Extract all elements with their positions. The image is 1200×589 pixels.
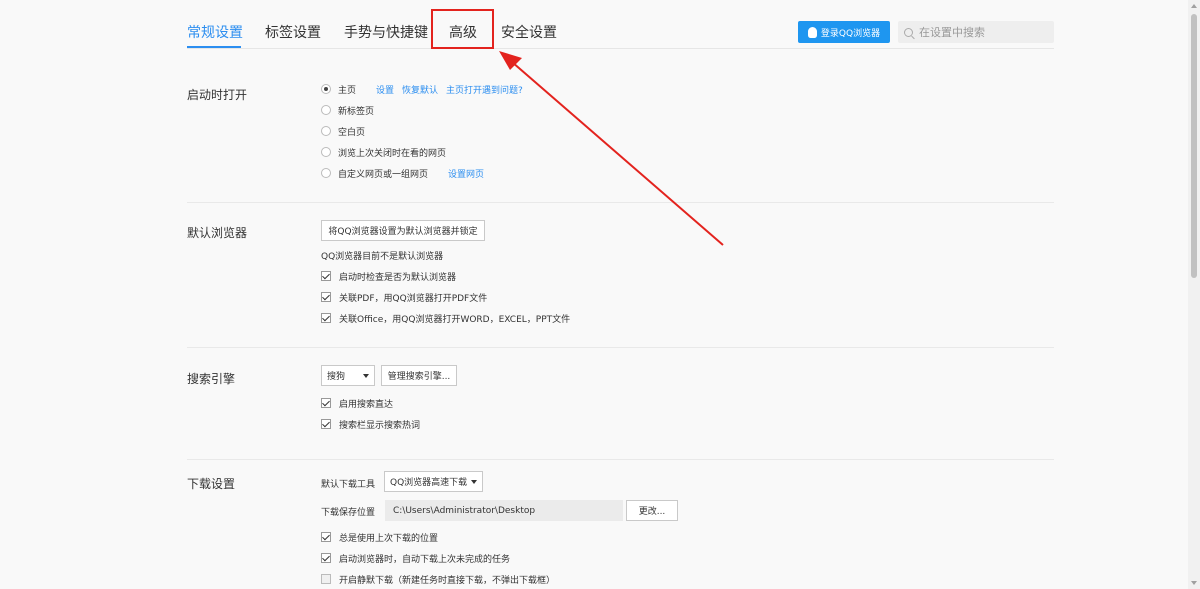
checkbox-label: 启动浏览器时，自动下载上次未完成的任务: [339, 554, 511, 565]
section-title-startup: 启动时打开: [187, 88, 248, 102]
startup-option-custom[interactable]: 自定义网页或一组网页 设置网页: [321, 165, 484, 181]
section-title-default-browser: 默认浏览器: [187, 226, 248, 240]
radio-restore-last[interactable]: [321, 147, 331, 157]
manage-search-engines-button[interactable]: 管理搜索引擎...: [381, 365, 457, 386]
checkbox-label: 关联Office，用QQ浏览器打开WORD，EXCEL，PPT文件: [339, 314, 571, 325]
startup-option-label: 空白页: [338, 127, 366, 138]
checkbox-label: 启用搜索直达: [339, 399, 394, 410]
tab-tabs[interactable]: 标签设置: [265, 22, 321, 42]
change-path-button[interactable]: 更改...: [626, 500, 678, 521]
radio-custom[interactable]: [321, 168, 331, 178]
scroll-thumb[interactable]: [1191, 14, 1197, 278]
checkbox[interactable]: [321, 313, 331, 323]
checkbox[interactable]: [321, 419, 331, 429]
startup-option-label: 新标签页: [338, 106, 375, 117]
download-tool-select[interactable]: QQ浏览器高速下载: [384, 471, 483, 492]
chevron-down-icon: [363, 373, 369, 378]
enable-search-direct[interactable]: 启用搜索直达: [321, 395, 393, 411]
chevron-down-icon: [471, 479, 477, 484]
checkbox-label: 开启静默下载（新建任务时直接下载，不弹出下载框）: [339, 575, 556, 586]
section-divider: [187, 459, 1054, 460]
set-default-browser-button[interactable]: 将QQ浏览器设置为默认浏览器并锁定: [321, 220, 485, 241]
checkbox[interactable]: [321, 532, 331, 542]
radio-blank[interactable]: [321, 126, 331, 136]
homepage-settings-link[interactable]: 设置: [376, 83, 394, 96]
settings-search-box[interactable]: [898, 21, 1054, 43]
selected-search-engine: 搜狗: [327, 372, 346, 382]
checkbox[interactable]: [321, 553, 331, 563]
tab-security[interactable]: 安全设置: [501, 22, 557, 42]
radio-homepage[interactable]: [321, 84, 331, 94]
tab-gestures-shortcuts[interactable]: 手势与快捷键: [344, 22, 428, 42]
checkbox[interactable]: [321, 574, 331, 584]
download-path-field: C:\Users\Administrator\Desktop: [385, 500, 623, 521]
header-divider: [187, 48, 1054, 49]
checkbox[interactable]: [321, 292, 331, 302]
startup-option-homepage[interactable]: 主页 设置 恢复默认 主页打开遇到问题?: [321, 81, 523, 97]
qq-penguin-icon: [807, 26, 817, 38]
annotation-highlight-box: [431, 9, 494, 49]
restore-default-link[interactable]: 恢复默认: [402, 83, 438, 96]
check-default-on-startup[interactable]: 启动时检查是否为默认浏览器: [321, 268, 456, 284]
silent-download[interactable]: 开启静默下载（新建任务时直接下载，不弹出下载框）: [321, 571, 555, 587]
startup-option-label: 自定义网页或一组网页: [338, 169, 429, 180]
login-qq-button[interactable]: 登录QQ浏览器: [798, 21, 890, 43]
tab-general[interactable]: 常规设置: [187, 22, 243, 42]
set-pages-link[interactable]: 设置网页: [448, 167, 484, 180]
section-title-search-engine: 搜索引擎: [187, 372, 236, 386]
radio-new-tab[interactable]: [321, 105, 331, 115]
checkbox-label: 搜索栏显示搜索热词: [339, 420, 421, 431]
auto-resume-downloads[interactable]: 启动浏览器时，自动下载上次未完成的任务: [321, 550, 510, 566]
section-divider: [187, 347, 1054, 348]
vertical-scrollbar[interactable]: [1188, 0, 1200, 589]
scroll-down-arrow-icon[interactable]: [1191, 581, 1197, 585]
startup-option-new-tab[interactable]: 新标签页: [321, 102, 374, 118]
checkbox[interactable]: [321, 271, 331, 281]
checkbox-label: 关联PDF，用QQ浏览器打开PDF文件: [339, 293, 488, 304]
section-title-download: 下载设置: [187, 477, 236, 491]
startup-option-restore-last[interactable]: 浏览上次关闭时在看的网页: [321, 144, 446, 160]
settings-search-input[interactable]: [917, 24, 1041, 40]
startup-option-blank[interactable]: 空白页: [321, 123, 365, 139]
associate-office[interactable]: 关联Office，用QQ浏览器打开WORD，EXCEL，PPT文件: [321, 310, 570, 326]
use-last-download-location[interactable]: 总是使用上次下载的位置: [321, 529, 438, 545]
section-divider: [187, 202, 1054, 203]
default-browser-status: QQ浏览器目前不是默认浏览器: [321, 252, 444, 262]
checkbox[interactable]: [321, 398, 331, 408]
startup-option-label: 主页: [338, 85, 357, 96]
startup-option-label: 浏览上次关闭时在看的网页: [338, 148, 447, 159]
search-engine-select[interactable]: 搜狗: [321, 365, 375, 386]
associate-pdf[interactable]: 关联PDF，用QQ浏览器打开PDF文件: [321, 289, 487, 305]
selected-download-tool: QQ浏览器高速下载: [390, 478, 468, 488]
homepage-problem-link[interactable]: 主页打开遇到问题?: [446, 83, 523, 96]
search-icon: [904, 27, 913, 37]
show-hot-search-words[interactable]: 搜索栏显示搜索热词: [321, 416, 420, 432]
scroll-up-arrow-icon[interactable]: [1191, 4, 1197, 8]
checkbox-label: 启动时检查是否为默认浏览器: [339, 272, 457, 283]
login-label: 登录QQ浏览器: [820, 28, 881, 39]
download-tool-label: 默认下载工具: [321, 480, 376, 490]
download-path-label: 下载保存位置: [321, 508, 376, 518]
checkbox-label: 总是使用上次下载的位置: [339, 533, 439, 544]
